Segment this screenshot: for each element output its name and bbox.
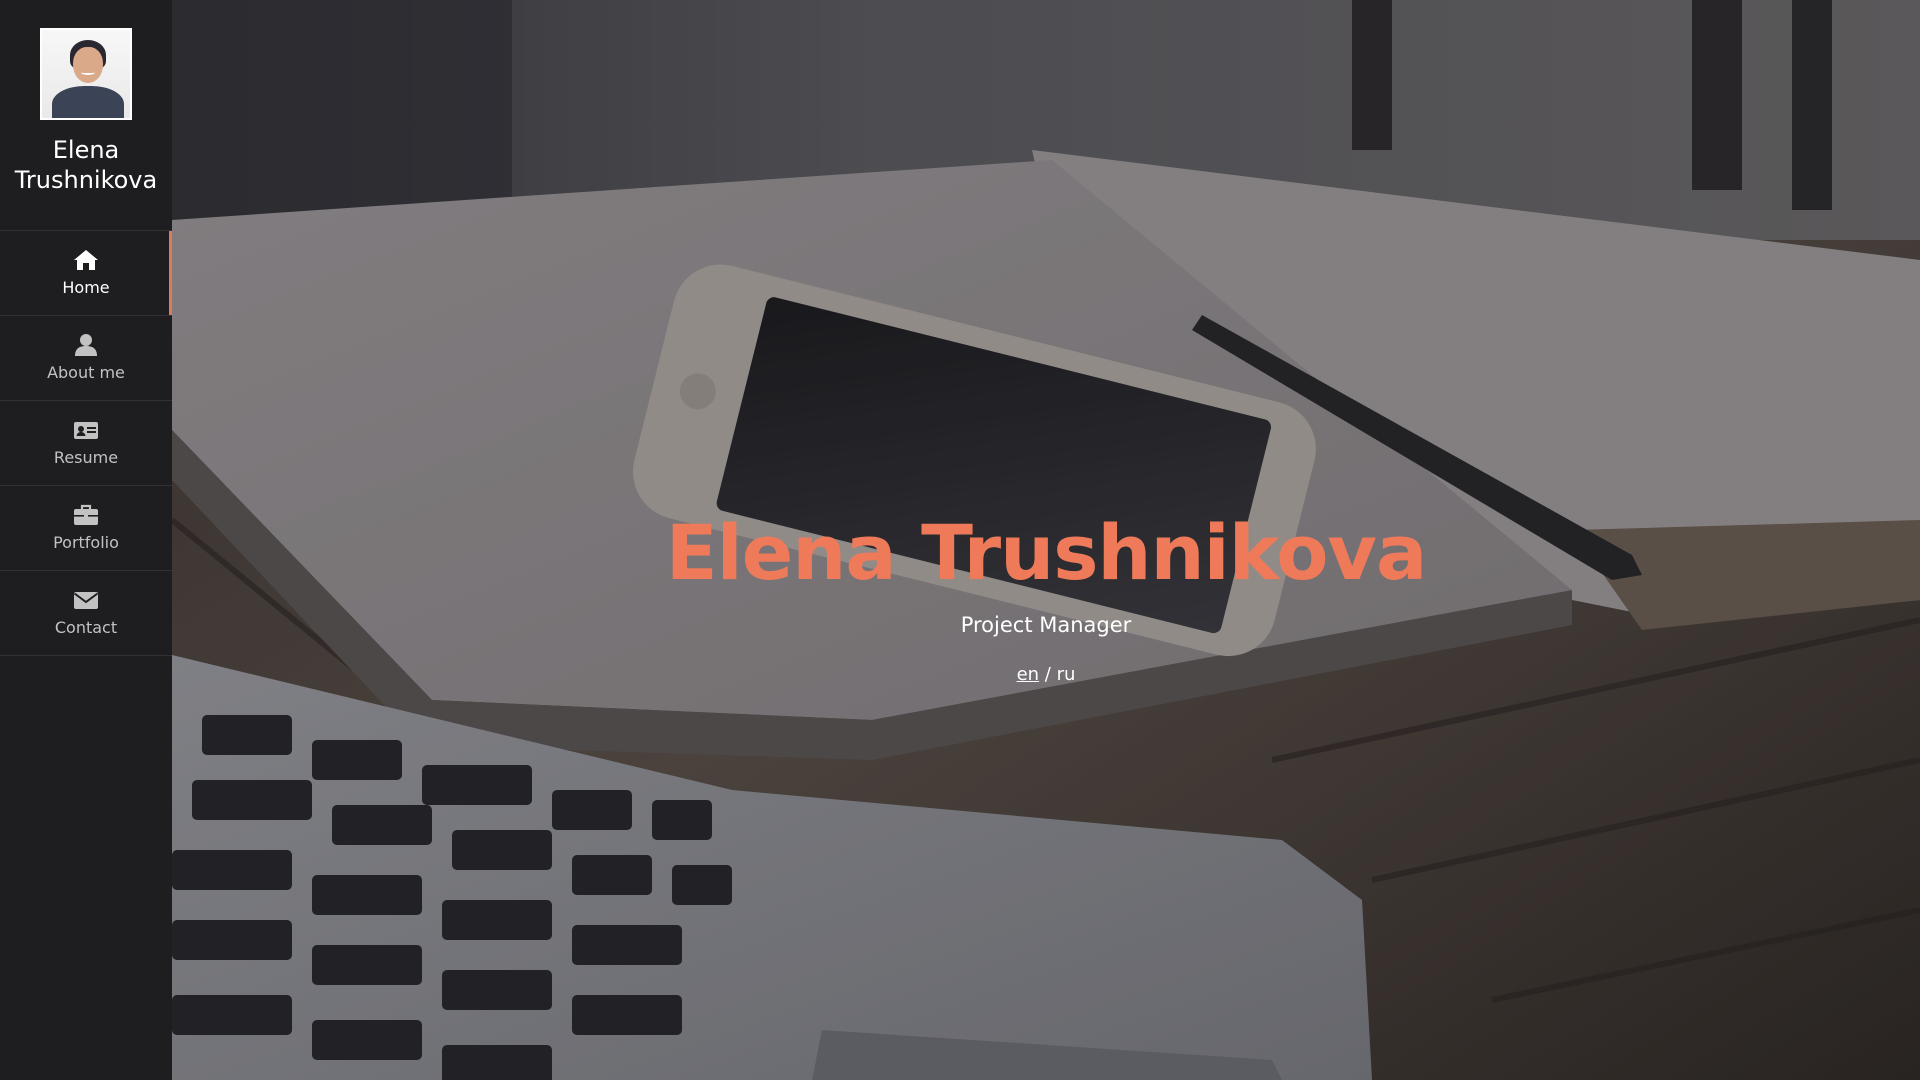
envelope-icon [73, 592, 99, 609]
lang-ru-link[interactable]: ru [1057, 664, 1076, 685]
language-switcher: en / ru [172, 663, 1920, 687]
sidebar-nav: Home About me Resume Portfolio Contact [0, 231, 172, 656]
user-icon [75, 334, 97, 356]
hero-section: Elena Trushnikova Project Manager en / r… [172, 0, 1920, 1080]
sidebar-item-label: Home [62, 278, 110, 297]
home-icon [74, 250, 98, 270]
sidebar-item-contact[interactable]: Contact [0, 571, 172, 656]
sidebar-item-label: Contact [54, 618, 118, 637]
avatar [40, 28, 132, 120]
sidebar-item-label: About me [47, 363, 125, 382]
sidebar-item-home[interactable]: Home [0, 231, 172, 316]
hero-title: Elena Trushnikova [665, 508, 1427, 597]
sidebar-item-about[interactable]: About me [0, 316, 172, 401]
sidebar-item-label: Portfolio [53, 533, 119, 552]
briefcase-icon [74, 504, 98, 525]
sidebar-item-portfolio[interactable]: Portfolio [0, 486, 172, 571]
profile-name: Elena Trushnikova [14, 136, 158, 194]
id-card-icon [74, 422, 98, 439]
lang-en-link[interactable]: en [1017, 664, 1039, 685]
sidebar: Elena Trushnikova Home About me Resume P… [0, 0, 172, 1080]
profile: Elena Trushnikova [0, 0, 172, 231]
hero-content: Elena Trushnikova Project Manager en / r… [172, 505, 1920, 687]
hero-subtitle: Project Manager [960, 613, 1132, 637]
sidebar-item-label: Resume [53, 448, 119, 467]
sidebar-item-resume[interactable]: Resume [0, 401, 172, 486]
lang-separator: / [1039, 664, 1057, 685]
